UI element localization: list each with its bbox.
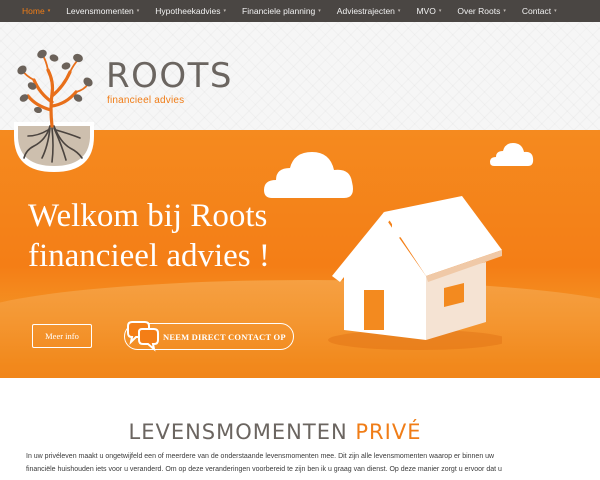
nav-item-adviestrajecten[interactable]: Adviestrajecten ▾ <box>329 0 409 22</box>
nav-label: Home <box>22 6 45 16</box>
logo-tagline: financieel advies <box>107 95 185 106</box>
nav-label: Levensmomenten <box>66 6 134 16</box>
chevron-down-icon: ▾ <box>503 8 506 14</box>
chevron-down-icon: ▾ <box>438 8 442 14</box>
section-text-line: financiële huishouden iets voor u verand… <box>26 466 502 473</box>
chevron-down-icon: ▾ <box>47 8 51 14</box>
nav-label: Over Roots <box>457 6 501 16</box>
nav-item-over-roots[interactable]: Over Roots ▾ <box>449 0 514 22</box>
section-text-line: In uw privéleven maakt u ongetwijfeld ee… <box>26 453 495 460</box>
more-info-button[interactable]: Meer info <box>32 324 92 348</box>
nav-label: Financiele planning <box>242 6 316 16</box>
nav-item-contact[interactable]: Contact ▾ <box>514 0 565 22</box>
section-title-main: LEVENSMOMENTEN <box>128 420 348 444</box>
chevron-down-icon: ▾ <box>223 8 227 14</box>
hero-title-line: financieel advies ! <box>28 238 270 274</box>
contact-button-label: NEEM DIRECT CONTACT OP <box>163 331 286 342</box>
nav-label: Contact <box>521 6 552 16</box>
nav-item-home[interactable]: Home ▾ <box>14 0 58 22</box>
contact-button[interactable]: NEEM DIRECT CONTACT OP <box>124 321 294 352</box>
section-title: LEVENSMOMENTEN PRIVÉ <box>0 420 550 444</box>
chevron-down-icon: ▾ <box>318 8 321 14</box>
nav-item-levensmomenten[interactable]: Levensmomenten ▾ <box>58 0 147 22</box>
main-nav: Home ▾ Levensmomenten ▾ Hypotheekadvies ▾ F… <box>0 0 600 22</box>
section-intro-text: In uw privéleven maakt u ongetwijfeld ee… <box>26 450 586 476</box>
cloud-icon <box>490 143 534 166</box>
nav-item-mvo[interactable]: MVO ▾ <box>408 0 449 22</box>
chat-bubbles-icon <box>127 321 159 352</box>
hero-title-line: Welkom bij Roots <box>28 198 268 234</box>
nav-item-financiele-planning[interactable]: Financiele planning ▾ <box>234 0 329 22</box>
chevron-down-icon: ▾ <box>136 8 140 14</box>
nav-item-hypotheekadvies[interactable]: Hypotheekadvies ▾ <box>147 0 234 22</box>
nav-label: Adviestrajecten <box>336 6 395 16</box>
tree-logo-icon <box>14 49 94 172</box>
nav-label: MVO <box>416 6 436 16</box>
logo-name[interactable]: ROOTS <box>106 59 233 93</box>
section-title-highlight: PRIVÉ <box>355 420 422 444</box>
house-icon <box>328 196 502 350</box>
chevron-down-icon: ▾ <box>554 8 557 14</box>
nav-label: Hypotheekadvies <box>155 6 221 16</box>
hero-title: Welkom bij Roots financieel advies ! <box>28 196 328 276</box>
chevron-down-icon: ▾ <box>397 8 401 14</box>
